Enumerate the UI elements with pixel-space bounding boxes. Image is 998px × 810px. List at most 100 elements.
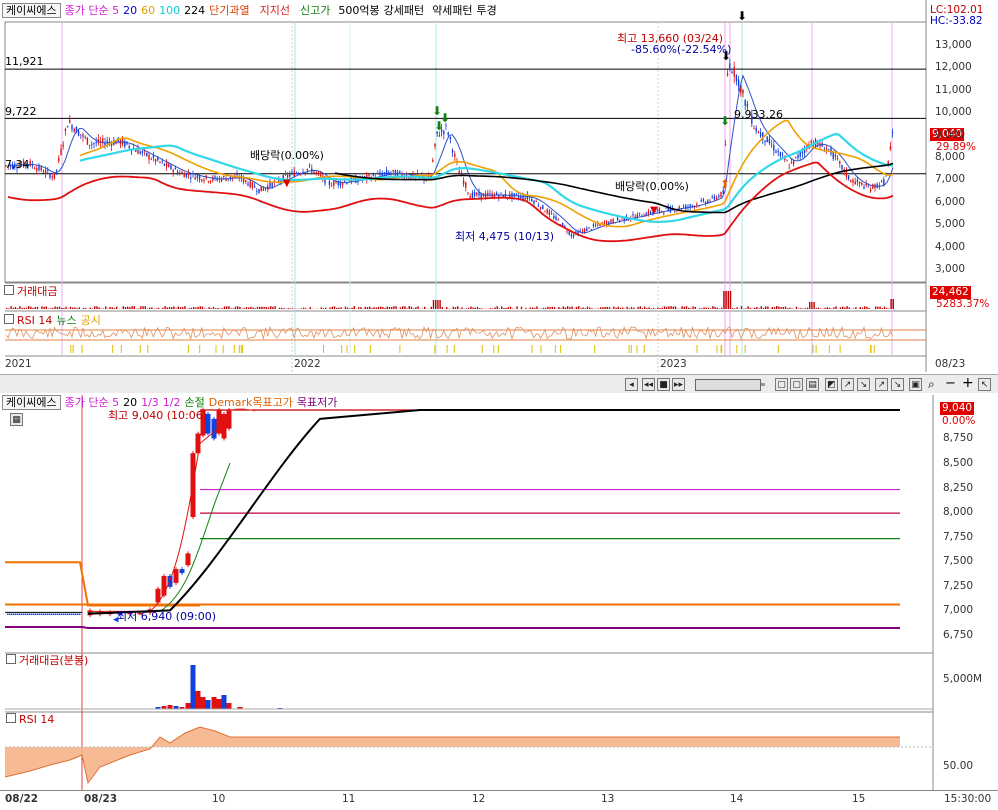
minute-chart-svg[interactable]: ◂ <box>0 395 998 810</box>
daily-candle <box>588 227 590 228</box>
weak-pattern-legend[interactable]: 약세패턴 <box>432 4 472 17</box>
time-label-10: 10 <box>212 793 226 805</box>
volume-bar <box>754 307 756 309</box>
clock-label: 15:30:00 <box>944 793 992 805</box>
rsi-line <box>5 325 893 341</box>
new-high-legend[interactable]: 신고가 <box>300 4 330 17</box>
ma60-legend[interactable]: 60 <box>141 4 155 17</box>
ma224-legend[interactable]: 224 <box>184 4 205 17</box>
daily-candle <box>44 170 47 174</box>
daily-candle <box>306 168 309 171</box>
volume-bar <box>373 307 375 309</box>
volume-bar <box>760 306 762 309</box>
bong500-legend[interactable]: 500억봉 <box>338 4 379 17</box>
tool-7-icon[interactable]: ↗ <box>875 378 888 391</box>
arrow-marker-2: ⬇ <box>434 119 444 133</box>
rewind-button[interactable]: ◂◂ <box>642 378 655 391</box>
daily-chart-pane[interactable]: ⬇ ⬇ ⬇ ⬇ ⬇ ⬇ ⬆ ▼ ▼ 케이씨에스 종가 단순 5 20 60 100 224 단기과열 지지선 신… <box>0 0 998 393</box>
tool-1-icon[interactable]: ▢ <box>775 378 788 391</box>
demark-legend[interactable]: Demark목표고가 <box>209 396 293 409</box>
tool-4-icon[interactable]: ◩ <box>825 378 838 391</box>
volume-bar <box>842 306 844 309</box>
daily-candle <box>880 180 883 182</box>
daily-candle <box>682 206 685 208</box>
support-legend[interactable]: 지지선 <box>260 4 290 17</box>
minute-stock-name[interactable]: 케이씨에스 <box>2 395 61 410</box>
ma20-legend[interactable]: 20 <box>123 4 137 17</box>
daily-candle <box>799 152 801 157</box>
grid-toggle-icon[interactable]: ▦ <box>10 413 23 426</box>
volume-bar <box>404 306 406 309</box>
volume-bar <box>41 306 43 309</box>
transparent-legend[interactable]: 투경 <box>477 4 497 17</box>
daily-y-tick: 5,000 <box>935 218 966 231</box>
target-low-legend[interactable]: 목표저가 <box>297 396 337 409</box>
daily-candle <box>49 174 51 178</box>
daily-candle <box>768 138 771 144</box>
daily-candle <box>165 162 168 167</box>
tool-2-icon[interactable]: ▢ <box>790 378 803 391</box>
play-button[interactable]: ▸▸ <box>672 378 685 391</box>
zoom-slider-handle[interactable] <box>695 379 761 391</box>
volume-bar <box>259 306 261 309</box>
cursor-icon[interactable]: ↖ <box>978 378 991 391</box>
volume-bar <box>199 306 201 309</box>
volume-bar <box>584 308 586 309</box>
stock-name-box[interactable]: 케이씨에스 <box>2 3 61 18</box>
strong-pattern-legend[interactable]: 강세패턴 <box>384 4 424 17</box>
volume-bar <box>254 308 256 309</box>
daily-candle <box>735 75 738 82</box>
volume-box-icon[interactable] <box>4 285 14 295</box>
volume-bar <box>721 307 723 309</box>
volume-bar <box>109 307 111 309</box>
tool-5-icon[interactable]: ↗ <box>841 378 854 391</box>
tool-6-icon[interactable]: ↘ <box>857 378 870 391</box>
plus-icon[interactable]: + <box>962 375 974 391</box>
volume-bar <box>644 306 646 309</box>
overheat-legend[interactable]: 단기과열 <box>209 4 249 17</box>
daily-candle <box>154 159 157 162</box>
volume-bar <box>74 307 76 309</box>
volume-bar <box>146 308 149 309</box>
zoom-slider[interactable] <box>695 379 765 391</box>
volume-bar <box>457 306 459 309</box>
daily-candle <box>726 73 729 76</box>
daily-chart-svg[interactable]: ⬇⬇⬇⬇⬇⬇⬆▼▼ <box>0 0 998 393</box>
daily-candle <box>161 160 163 162</box>
stop-button[interactable]: ■ <box>657 378 670 391</box>
year-label-2022: 2022 <box>294 358 321 370</box>
minute-rsi-box-icon[interactable] <box>6 713 16 723</box>
volume-bar <box>606 307 608 309</box>
volume-bar <box>663 306 666 309</box>
tool-8-icon[interactable]: ↘ <box>891 378 904 391</box>
volume-bar <box>688 307 690 309</box>
volume-bar <box>531 307 534 309</box>
daily-candle <box>451 149 454 153</box>
tool-3-icon[interactable]: ▤ <box>806 378 819 391</box>
daily-candle <box>368 174 370 177</box>
scroll-left-button[interactable]: ◂ <box>625 378 638 391</box>
volume-bar <box>10 306 12 309</box>
volume-bar <box>201 306 204 309</box>
tool-9-icon[interactable]: ▣ <box>909 378 922 391</box>
volume-bar <box>122 306 124 309</box>
time-label-0823: 08/23 <box>84 793 118 805</box>
ma100-legend[interactable]: 100 <box>159 4 180 17</box>
minute-volume-box-icon[interactable] <box>6 654 16 664</box>
daily-candle <box>592 224 595 227</box>
arrow-marker-4: ⬇ <box>737 9 747 23</box>
volume-bar <box>63 308 65 309</box>
volume-bar <box>91 308 94 309</box>
rsi-box-icon[interactable] <box>4 314 14 324</box>
minute-y-tick: 8,250 <box>943 481 974 494</box>
search-icon[interactable]: ⌕ <box>928 377 935 392</box>
ma5-legend[interactable]: 종가 단순 5 <box>65 4 119 17</box>
daily-candle <box>788 167 790 169</box>
daily-candle <box>190 177 192 179</box>
volume-bar <box>142 306 144 309</box>
minute-chart-pane[interactable]: ◂ 케이씨에스 종가 단순 5 20 1/3 1/2 손절 Demark목표고가 목표저가 ▦… <box>0 395 998 810</box>
minute-candle <box>185 553 191 566</box>
daily-candle <box>344 181 346 183</box>
minus-icon[interactable]: − <box>945 376 956 391</box>
volume-bar <box>193 306 195 309</box>
